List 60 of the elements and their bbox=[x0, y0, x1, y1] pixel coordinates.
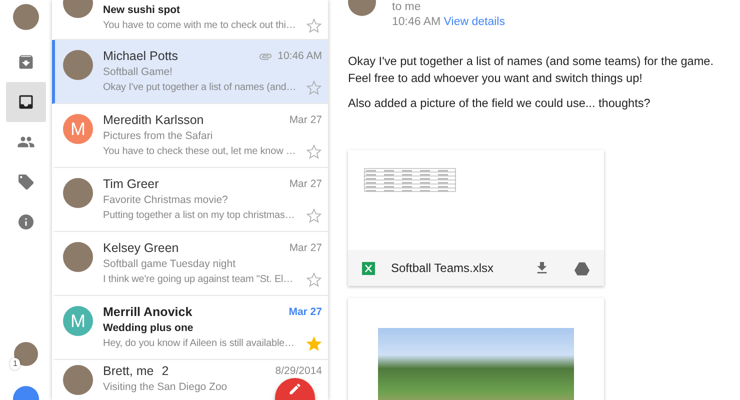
star-icon[interactable] bbox=[306, 272, 322, 288]
star-icon[interactable] bbox=[306, 208, 322, 224]
email-snippet: Okay I've put together a list of names (and… bbox=[103, 81, 296, 95]
email-row[interactable]: Kelsey Green Mar 27 Softball game Tuesday night I think we're going up against team "St. El… bbox=[52, 232, 328, 296]
letter-avatar: M bbox=[63, 114, 93, 144]
email-subject: New sushi spot bbox=[103, 3, 180, 18]
avatar-photo bbox=[63, 365, 93, 395]
avatar-photo bbox=[63, 50, 93, 80]
account-avatar[interactable] bbox=[14, 342, 38, 366]
email-row[interactable]: M Merrill Anovick Mar 27 Wedding plus one Hey, do you know if Aileen is still available… bbox=[52, 296, 328, 360]
spreadsheet-icon bbox=[362, 262, 375, 274]
sender-name: Brett, me bbox=[103, 363, 154, 379]
email-subject: Favorite Christmas movie? bbox=[103, 193, 228, 208]
user-avatar[interactable] bbox=[13, 4, 39, 30]
tag-icon bbox=[17, 173, 35, 191]
sender-name: Kelsey Green bbox=[103, 240, 179, 256]
compose-button[interactable] bbox=[275, 378, 315, 400]
star-icon[interactable] bbox=[306, 80, 322, 96]
email-date: Mar 27 bbox=[289, 177, 322, 192]
email-subject: Pictures from the Safari bbox=[103, 129, 213, 144]
recipient-text: to me bbox=[392, 0, 422, 15]
avatar-photo bbox=[63, 242, 93, 272]
avatar-photo bbox=[63, 178, 93, 208]
email-row[interactable]: Tim Greer Mar 27 Favorite Christmas movie? Putting together a list on my top christmas… bbox=[52, 168, 328, 232]
email-snippet: Putting together a list on my top christmas… bbox=[103, 209, 295, 223]
email-snippet: You have to come with me to check out thi… bbox=[103, 19, 296, 33]
email-row[interactable]: Michael Potts 10:46 AM Softball Game! Okay I've put together a list of names (and… bbox=[52, 40, 328, 104]
email-subject: Softball Game! bbox=[103, 65, 172, 80]
email-date: 8/29/2014 bbox=[275, 364, 322, 379]
star-icon[interactable] bbox=[306, 144, 322, 160]
archive-icon bbox=[17, 53, 35, 71]
sender-name: Meredith Karlsson bbox=[103, 112, 204, 128]
email-subject: Visiting the San Diego Zoo bbox=[103, 380, 228, 395]
email-snippet: You have to check these out, let me know … bbox=[103, 145, 296, 159]
email-row[interactable]: M Meredith Karlsson Mar 27 Pictures from the Safari You have to check these out, let me know … bbox=[52, 104, 328, 168]
info-icon bbox=[17, 213, 35, 231]
email-snippet: Hey, do you know if Aileen is still available… bbox=[103, 337, 294, 351]
sender-name: Merrill Anovick bbox=[103, 304, 192, 320]
inbox-icon bbox=[17, 93, 35, 111]
email-subject: Softball game Tuesday night bbox=[103, 257, 236, 272]
notification-count: 1 bbox=[10, 358, 20, 370]
sender-name: Tim Greer bbox=[103, 176, 159, 192]
letter-avatar: M bbox=[63, 306, 93, 336]
email-date: Mar 27 bbox=[288, 305, 322, 320]
email-subject: Wedding plus one bbox=[103, 321, 194, 336]
email-date: Mar 27 bbox=[289, 241, 322, 256]
email-date: 10:46 AM bbox=[278, 49, 322, 64]
email-paragraph: Also added a picture of the field we could use... thoughts? bbox=[348, 95, 652, 112]
star-icon[interactable] bbox=[306, 18, 322, 34]
email-snippet: I think we're going up against team "St. El… bbox=[103, 273, 294, 287]
sent-time: 10:46 AM bbox=[392, 16, 441, 28]
pencil-icon bbox=[288, 382, 302, 396]
sender-name: Michael Potts bbox=[103, 48, 178, 64]
view-details-link[interactable]: View details bbox=[444, 16, 505, 28]
nav-button[interactable] bbox=[6, 82, 46, 122]
star-icon[interactable] bbox=[306, 336, 322, 352]
file-name: Softball Teams.xlsx bbox=[391, 260, 494, 277]
email-date: Mar 27 bbox=[289, 113, 322, 128]
email-paragraph: Okay I've put together a list of names (and some teams) for the game. Feel free to add whoever you want and switch things up! bbox=[348, 53, 715, 87]
thread-count: 2 bbox=[162, 363, 169, 379]
